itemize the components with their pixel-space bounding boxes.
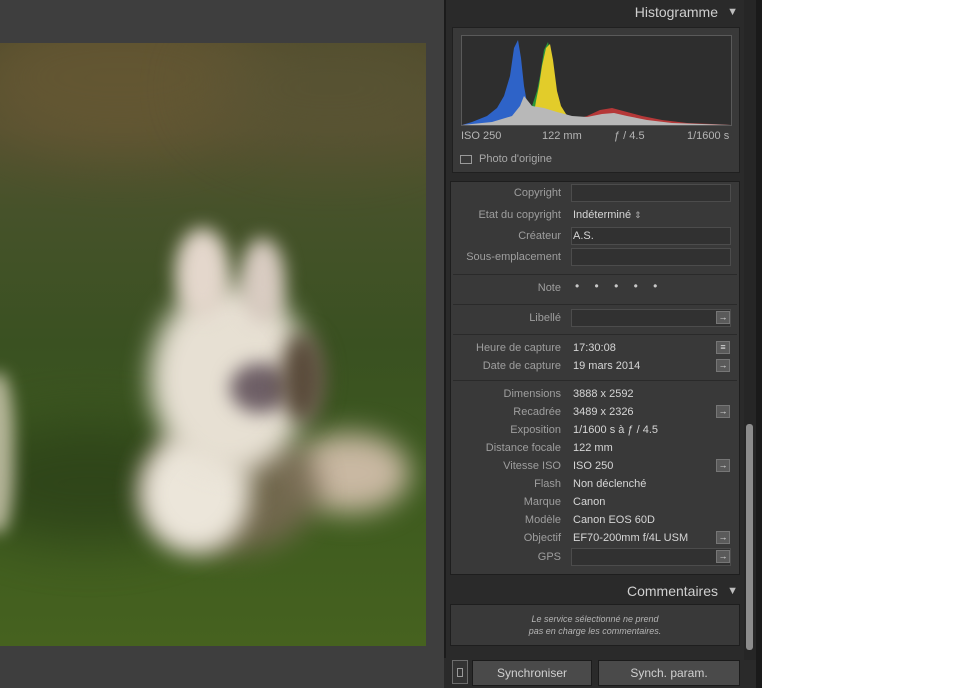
focal-length-label: Distance focale — [485, 442, 561, 454]
histogram-aperture: ƒ / 4.5 — [614, 130, 645, 142]
photo-preview[interactable] — [0, 43, 426, 646]
comments-box: Le service sélectionné ne prend pas en c… — [450, 604, 740, 646]
original-photo-toggle[interactable]: Photo d'origine — [460, 153, 552, 165]
sublocation-field[interactable] — [571, 248, 731, 266]
panel-scroll-thumb[interactable] — [746, 424, 753, 650]
dimensions-row: Dimensions 3888 x 2592 — [451, 385, 739, 403]
flash-row: Flash Non déclenché — [451, 475, 739, 493]
panel-divider — [444, 0, 446, 688]
exposure-row: Exposition 1/1600 s à ƒ / 4.5 — [451, 421, 739, 439]
dimensions-value: 3888 x 2592 — [573, 388, 634, 400]
list-icon[interactable]: ≡ — [716, 341, 730, 354]
copyright-status-label: Etat du copyright — [478, 209, 561, 221]
lens-row: Objectif EF70-200mm f/4L USM → — [451, 529, 739, 547]
panel-edge — [756, 0, 762, 688]
cropped-arrow-icon[interactable]: → — [716, 405, 730, 418]
updown-icon: ⇕ — [634, 210, 642, 220]
model-label: Modèle — [524, 514, 561, 526]
model-value: Canon EOS 60D — [573, 514, 655, 526]
histogram-plot[interactable] — [461, 35, 732, 126]
sync-button[interactable]: Synchroniser — [472, 660, 592, 686]
copyright-status-value: Indéterminé — [573, 209, 632, 221]
sublocation-label: Sous-emplacement — [466, 251, 561, 263]
label-field[interactable] — [571, 309, 731, 327]
cropped-value: 3489 x 2326 — [573, 406, 634, 418]
lens-label: Objectif — [523, 532, 561, 544]
make-value: Canon — [573, 496, 606, 508]
rating-row: Note • • • • • — [451, 279, 739, 297]
comments-header[interactable]: Commentaires ▼ — [450, 579, 742, 603]
exposure-value: 1/1600 s à ƒ / 4.5 — [573, 424, 659, 436]
original-photo-checkbox[interactable] — [460, 154, 472, 164]
collapse-triangle-icon[interactable]: ▼ — [727, 579, 738, 603]
capture-time-row: Heure de capture 17:30:08 ≡ — [451, 339, 739, 357]
divider — [453, 304, 737, 305]
copyright-status-row: Etat du copyright Indéterminé ⇕ — [451, 206, 739, 224]
histogram-box: ISO 250 122 mm ƒ / 4.5 1/1600 s Photo d'… — [452, 27, 740, 173]
collapse-triangle-icon[interactable]: ▼ — [727, 0, 738, 24]
histogram-iso: ISO 250 — [461, 130, 502, 142]
divider — [453, 274, 737, 275]
iso-value: ISO 250 — [573, 460, 614, 472]
copyright-row: Copyright — [451, 184, 739, 202]
copyright-status-select[interactable]: Indéterminé ⇕ — [573, 209, 642, 221]
rating-label: Note — [537, 282, 561, 294]
capture-date-value: 19 mars 2014 — [573, 360, 641, 372]
capture-date-row: Date de capture 19 mars 2014 → — [451, 357, 739, 375]
comments-title: Commentaires — [626, 583, 718, 599]
panel-toggle-icon[interactable] — [452, 660, 468, 684]
photo-viewer — [0, 0, 444, 688]
comments-message-line1: Le service sélectionné ne prend — [531, 614, 659, 624]
divider — [453, 334, 737, 335]
gps-field[interactable] — [571, 548, 731, 566]
make-row: Marque Canon — [451, 493, 739, 511]
focal-length-row: Distance focale 122 mm — [451, 439, 739, 457]
flash-label: Flash — [534, 478, 561, 490]
label-row: Libellé → — [451, 309, 739, 327]
copyright-label: Copyright — [513, 187, 561, 199]
histogram-shutter: 1/1600 s — [687, 130, 730, 142]
cropped-row: Recadrée 3489 x 2326 → — [451, 403, 739, 421]
histogram-graph — [462, 40, 731, 125]
histogram-title: Histogramme — [634, 4, 718, 20]
gps-arrow-icon[interactable]: → — [716, 550, 730, 563]
capture-date-arrow-icon[interactable]: → — [716, 359, 730, 372]
exposure-label: Exposition — [510, 424, 561, 436]
cropped-label: Recadrée — [513, 406, 561, 418]
label-arrow-icon[interactable]: → — [716, 311, 730, 324]
creator-row: Créateur A.S. — [451, 227, 739, 245]
capture-time-value: 17:30:08 — [573, 342, 616, 354]
sync-settings-button[interactable]: Synch. param. — [598, 660, 740, 686]
rating-stars[interactable]: • • • • • — [575, 279, 663, 293]
divider — [453, 380, 737, 381]
creator-value: A.S. — [573, 230, 594, 242]
label-label: Libellé — [529, 312, 561, 324]
histogram-focal: 122 mm — [542, 130, 582, 142]
lens-value: EF70-200mm f/4L USM — [573, 532, 689, 544]
iso-label: Vitesse ISO — [503, 460, 561, 472]
right-panel: Histogramme ▼ ISO 250 122 mm ƒ / 4.5 1/1… — [444, 0, 762, 688]
capture-date-label: Date de capture — [482, 360, 561, 372]
flash-value: Non déclenché — [573, 478, 647, 490]
comments-message-line2: pas en charge les commentaires. — [528, 626, 662, 636]
gps-row: GPS → — [451, 548, 739, 566]
model-row: Modèle Canon EOS 60D — [451, 511, 739, 529]
make-label: Marque — [523, 496, 561, 508]
sublocation-row: Sous-emplacement — [451, 248, 739, 266]
histogram-header[interactable]: Histogramme ▼ — [450, 0, 742, 24]
iso-arrow-icon[interactable]: → — [716, 459, 730, 472]
copyright-field[interactable] — [571, 184, 731, 202]
creator-field[interactable] — [571, 227, 731, 245]
original-photo-label: Photo d'origine — [479, 153, 553, 165]
lens-arrow-icon[interactable]: → — [716, 531, 730, 544]
metadata-panel: Copyright Etat du copyright Indéterminé … — [450, 181, 740, 575]
creator-label: Créateur — [518, 230, 561, 242]
gps-label: GPS — [537, 551, 561, 563]
capture-time-label: Heure de capture — [476, 342, 561, 354]
dimensions-label: Dimensions — [503, 388, 561, 400]
focal-length-value: 122 mm — [573, 442, 613, 454]
iso-row: Vitesse ISO ISO 250 → — [451, 457, 739, 475]
panel-switch-icon — [457, 668, 463, 677]
